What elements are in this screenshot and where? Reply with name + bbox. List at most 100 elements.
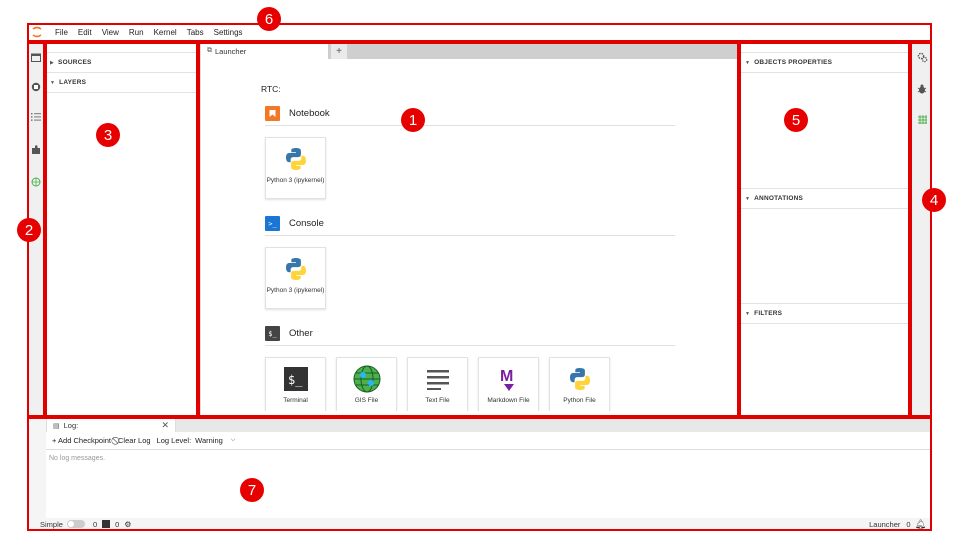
annotation-badge-4: 4 bbox=[922, 188, 946, 212]
extension-puzzle-icon[interactable] bbox=[30, 144, 42, 156]
right-panel-toolbar bbox=[741, 43, 909, 53]
log-messages: No log messages. bbox=[46, 450, 932, 518]
other-section-header: $_ Other bbox=[265, 326, 675, 346]
notebook-python3-card[interactable]: Python 3 (ipykernel) bbox=[265, 137, 326, 199]
card-label: Terminal bbox=[283, 397, 308, 404]
add-checkpoint-button[interactable]: + Add Checkpoint bbox=[52, 436, 111, 445]
tab-launcher[interactable]: ⧉ Launcher bbox=[201, 43, 329, 59]
kernel-status-icon[interactable]: ⚙ bbox=[124, 520, 131, 529]
log-level-label: Log Level: bbox=[156, 436, 192, 445]
terminal-icon: $_ bbox=[283, 364, 308, 394]
objects-properties-section: ▼ OBJECTS PROPERTIES bbox=[741, 53, 910, 73]
gis-panel-icon[interactable] bbox=[916, 113, 928, 125]
notebook-icon bbox=[265, 106, 280, 121]
log-panel: ▤ Log: ✕ + Add Checkpoint ⃠ Clear Log Lo… bbox=[28, 418, 932, 530]
log-level-select[interactable]: Warning ⌵ bbox=[195, 436, 235, 445]
menu-edit[interactable]: Edit bbox=[78, 28, 92, 37]
chevron-down-icon: ▼ bbox=[50, 79, 56, 86]
notifications-count: 0 bbox=[906, 519, 911, 529]
left-panel-toolbar bbox=[46, 43, 196, 53]
filters-header[interactable]: ▼ FILTERS bbox=[741, 304, 910, 324]
card-label: GIS File bbox=[354, 397, 379, 404]
right-sidebar-panel: ▼ OBJECTS PROPERTIES ▼ ANNOTATIONS ▼ FIL… bbox=[740, 43, 910, 416]
menu-settings[interactable]: Settings bbox=[214, 28, 243, 37]
log-toolbar: + Add Checkpoint ⃠ Clear Log Log Level: … bbox=[46, 432, 932, 450]
simple-mode-label: Simple bbox=[40, 519, 63, 529]
layers-section-header[interactable]: ▼ LAYERS bbox=[46, 73, 196, 93]
bell-icon[interactable]: 🔔︎ bbox=[915, 519, 926, 530]
folder-icon[interactable] bbox=[30, 51, 42, 63]
terminals-count: 0 bbox=[92, 519, 98, 529]
python-icon bbox=[284, 144, 308, 174]
objects-properties-label: OBJECTS PROPERTIES bbox=[754, 59, 833, 66]
menu-kernel[interactable]: Kernel bbox=[154, 28, 177, 37]
notebook-cards: Python 3 (ipykernel) bbox=[265, 137, 675, 199]
notebook-section-header: Notebook bbox=[265, 106, 675, 126]
console-python3-card[interactable]: Python 3 (ipykernel) bbox=[265, 247, 326, 309]
annotation-badge-1: 1 bbox=[401, 108, 425, 132]
terminal-status-icon[interactable] bbox=[102, 520, 111, 528]
menu-view[interactable]: View bbox=[102, 28, 119, 37]
svg-text:$_: $_ bbox=[288, 373, 303, 387]
close-icon[interactable]: ✕ bbox=[161, 420, 169, 431]
log-tab-label: Log: bbox=[63, 421, 79, 430]
text-file-card[interactable]: Text File bbox=[407, 357, 468, 411]
menu-file[interactable]: File bbox=[55, 28, 68, 37]
text-file-icon bbox=[426, 364, 449, 394]
running-sessions-icon[interactable] bbox=[30, 81, 42, 93]
tab-log[interactable]: ▤ Log: ✕ bbox=[46, 418, 176, 432]
python-icon bbox=[568, 364, 592, 394]
python-icon bbox=[284, 254, 308, 284]
main-launcher-area: ⧉ Launcher + RTC: Notebook Python 3 (ipy… bbox=[200, 43, 738, 416]
annotation-badge-2: 2 bbox=[17, 218, 41, 242]
clear-log-button[interactable]: ⃠ Clear Log bbox=[117, 436, 151, 446]
rtc-label: RTC: bbox=[261, 84, 281, 94]
menu-bar: File Edit View Run Kernel Tabs Settings bbox=[28, 24, 932, 40]
filters-label: FILTERS bbox=[754, 310, 783, 317]
terminal-card[interactable]: $_ Terminal bbox=[265, 357, 326, 411]
log-tab-icon: ▤ bbox=[53, 422, 60, 430]
markdown-file-card[interactable]: M Markdown File bbox=[478, 357, 539, 411]
console-icon: >_ bbox=[265, 216, 280, 231]
annotations-label: ANNOTATIONS bbox=[754, 195, 804, 202]
console-section-label: Console bbox=[289, 218, 324, 229]
annotation-badge-6: 6 bbox=[257, 7, 281, 31]
annotations-section: ▼ ANNOTATIONS bbox=[741, 188, 910, 209]
card-label: Python 3 (ipykernel) bbox=[266, 177, 325, 184]
sources-section-header[interactable]: ▶ SOURCES bbox=[46, 53, 196, 73]
right-activity-bar bbox=[911, 43, 932, 416]
simple-mode-toggle[interactable] bbox=[66, 520, 85, 528]
menu-run[interactable]: Run bbox=[129, 28, 144, 37]
other-section-label: Other bbox=[289, 328, 313, 339]
log-tab-bar: ▤ Log: ✕ bbox=[46, 418, 932, 432]
console-cards: Python 3 (ipykernel) bbox=[265, 247, 675, 309]
menu-tabs[interactable]: Tabs bbox=[187, 28, 204, 37]
other-icon: $_ bbox=[265, 326, 280, 341]
python-file-card[interactable]: Python File bbox=[549, 357, 610, 411]
current-activity-label: Launcher bbox=[869, 519, 901, 529]
add-tab-button[interactable]: + bbox=[331, 43, 347, 59]
annotation-badge-5: 5 bbox=[784, 108, 808, 132]
launcher-tab-icon: ⧉ bbox=[207, 47, 212, 54]
card-label: Python 3 (ipykernel) bbox=[266, 287, 325, 294]
annotations-header[interactable]: ▼ ANNOTATIONS bbox=[741, 189, 910, 209]
other-cards: $_ Terminal GIS File Text File M Markdow… bbox=[265, 357, 675, 411]
debugger-bug-icon[interactable] bbox=[916, 83, 928, 95]
tab-bar: ⧉ Launcher + bbox=[201, 43, 738, 59]
kernels-count: 0 bbox=[115, 519, 120, 529]
gis-file-card[interactable]: GIS File bbox=[336, 357, 397, 411]
notebook-section: Notebook Python 3 (ipykernel) bbox=[265, 106, 675, 199]
card-label: Text File bbox=[425, 397, 450, 404]
empty-log-message: No log messages. bbox=[49, 455, 106, 462]
console-section: >_ Console Python 3 (ipykernel) bbox=[265, 216, 675, 309]
left-sidebar-panel: ▶ SOURCES ▼ LAYERS bbox=[46, 43, 196, 416]
chevron-down-icon: ▼ bbox=[745, 310, 751, 317]
table-of-contents-icon[interactable] bbox=[30, 111, 42, 123]
objects-properties-header[interactable]: ▼ OBJECTS PROPERTIES bbox=[741, 53, 910, 73]
gis-layers-icon[interactable] bbox=[30, 176, 42, 188]
other-section: $_ Other $_ Terminal GIS File Text File … bbox=[265, 326, 675, 411]
property-inspector-gear-icon[interactable] bbox=[916, 51, 928, 63]
chevron-down-icon: ⌵ bbox=[230, 437, 236, 443]
card-label: Markdown File bbox=[487, 397, 530, 404]
notebook-section-label: Notebook bbox=[289, 108, 330, 119]
